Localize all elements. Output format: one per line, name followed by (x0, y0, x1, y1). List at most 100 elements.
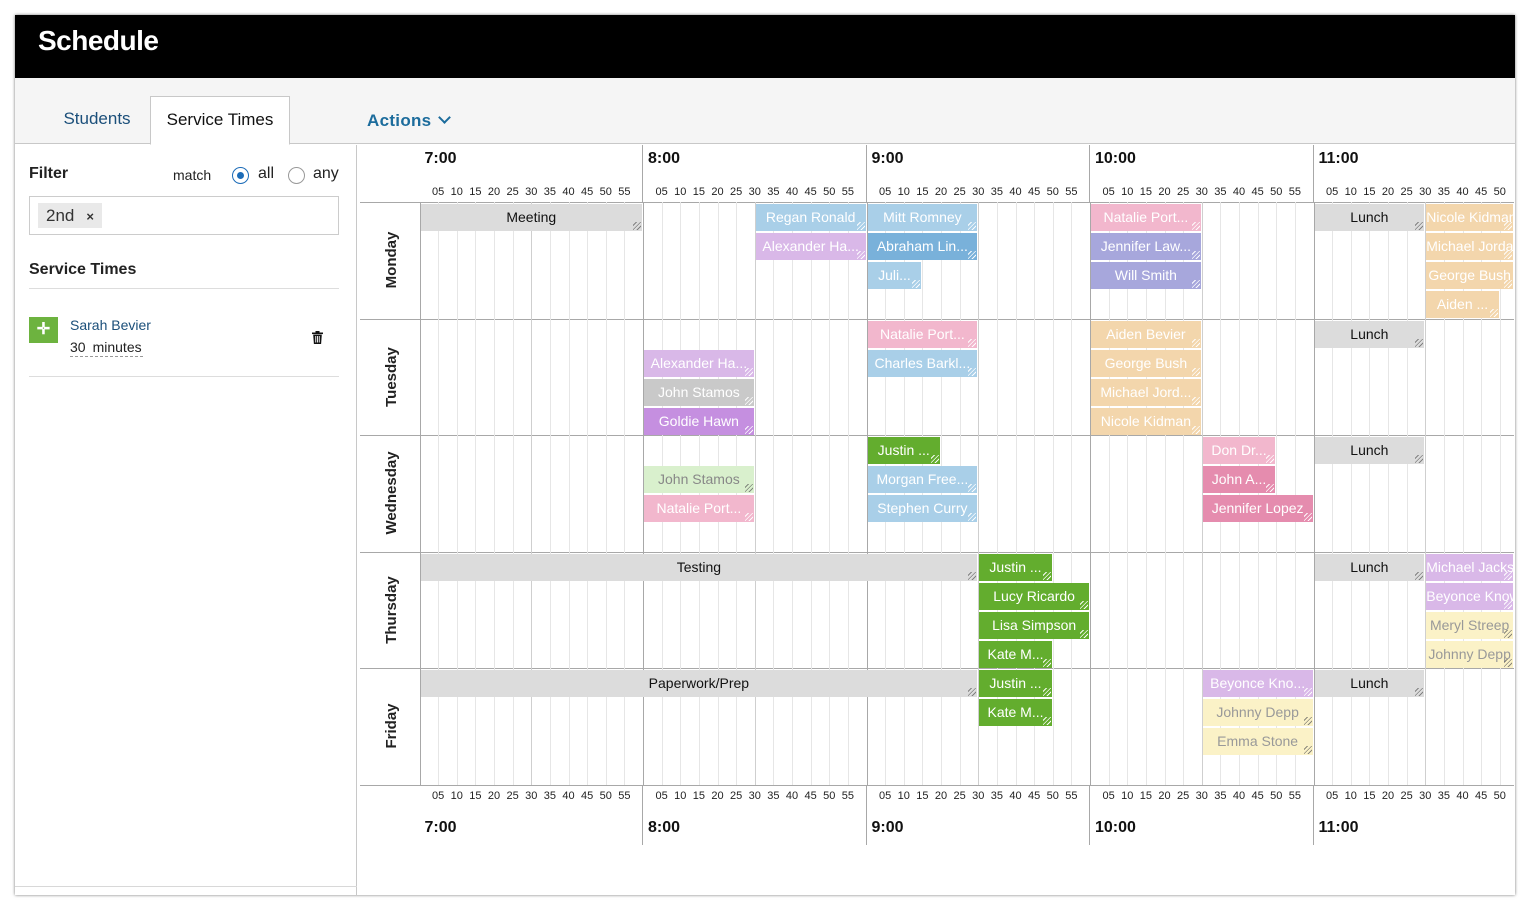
schedule-event[interactable]: Don Dr... (1202, 437, 1276, 464)
minute-tick-label: 55 (618, 186, 631, 198)
minute-tick-label: 40 (1009, 186, 1022, 198)
schedule-event[interactable]: Justin ... (979, 670, 1052, 697)
grid-line (1202, 202, 1203, 785)
schedule-event[interactable]: George Bush (1091, 349, 1201, 377)
schedule-event[interactable]: John A... (1202, 466, 1276, 493)
grid-line (1053, 202, 1054, 785)
minute-tick-label: 05 (432, 186, 445, 198)
schedule-event[interactable]: Charles Barkl... (867, 349, 978, 377)
schedule-event[interactable]: Aiden ... (1426, 291, 1499, 318)
day-label-monday: Monday (383, 231, 400, 289)
schedule-event[interactable]: Johnny Depp (1202, 699, 1313, 726)
schedule-event[interactable]: Johnny Depp (1426, 640, 1513, 668)
schedule-event[interactable]: Alexander Ha... (755, 233, 866, 260)
grid-line (643, 202, 644, 785)
minute-tick-label: 45 (1251, 186, 1264, 198)
schedule-event[interactable]: Will Smith (1091, 262, 1201, 289)
minute-tick-label: 30 (972, 790, 985, 802)
grid-line (475, 202, 476, 785)
schedule-event[interactable]: Michael Jord... (1091, 378, 1201, 406)
day-separator (360, 784, 1514, 786)
grid-line (1481, 202, 1482, 785)
day-separator (360, 668, 1514, 669)
hour-label: 11:00 (1318, 150, 1359, 167)
minute-tick-label: 50 (1270, 186, 1283, 198)
schedule-event[interactable]: Lunch (1314, 553, 1425, 581)
grid-line (513, 202, 514, 785)
minute-tick-label: 45 (581, 790, 594, 802)
schedule-event[interactable]: Meeting (420, 204, 642, 231)
minute-tick-label: 15 (469, 790, 482, 802)
schedule-event[interactable]: Lunch (1314, 204, 1425, 231)
schedule-event[interactable]: Lunch (1314, 320, 1425, 348)
schedule-event[interactable]: Morgan Free... (867, 466, 978, 493)
grid-line (662, 202, 663, 785)
grid-line (1407, 202, 1408, 785)
grid-line (569, 202, 570, 785)
minute-tick-label: 25 (1177, 186, 1190, 198)
schedule-event[interactable]: Kate M... (979, 640, 1052, 668)
minute-tick-label: 45 (1475, 186, 1488, 198)
schedule-event[interactable]: Mitt Romney (867, 204, 978, 231)
grid-line (1295, 202, 1296, 785)
schedule-event[interactable]: Jennifer Law... (1091, 233, 1201, 260)
schedule-event[interactable]: Jennifer Lopez (1202, 495, 1313, 522)
minute-tick-label: 15 (469, 186, 482, 198)
schedule-event[interactable]: Michael Jackson (1426, 553, 1513, 581)
minute-tick-label: 20 (1158, 186, 1171, 198)
grid-line (1369, 202, 1370, 785)
schedule-event[interactable]: Nicole Kidman (1426, 204, 1513, 231)
grid-line (550, 202, 551, 785)
hour-label: 10:00 (1095, 150, 1136, 167)
schedule-event[interactable]: Natalie Port... (1091, 204, 1201, 231)
schedule-event[interactable]: Lunch (1314, 437, 1425, 464)
grid-line (1239, 202, 1240, 785)
schedule-event[interactable]: Lisa Simpson (979, 611, 1089, 639)
grid-line (1276, 202, 1277, 785)
schedule-event[interactable]: John Stamos (644, 466, 754, 493)
grid-line (1425, 202, 1426, 785)
schedule-event[interactable]: George Bush (1426, 262, 1513, 289)
minute-tick-label: 10 (897, 186, 910, 198)
grid-line (1351, 202, 1352, 785)
schedule-event[interactable]: Beyonce Kno... (1202, 670, 1313, 697)
grid-line (1127, 202, 1128, 785)
schedule-event[interactable]: Kate M... (979, 699, 1052, 726)
schedule-event[interactable]: Juli... (867, 262, 922, 289)
schedule-event[interactable]: Lunch (1314, 670, 1425, 697)
minute-tick-label: 50 (823, 790, 836, 802)
grid-line (1500, 202, 1501, 785)
schedule-event[interactable]: Stephen Curry (867, 495, 978, 522)
schedule-event[interactable]: Alexander Ha... (644, 349, 754, 377)
schedule-event[interactable]: John Stamos (644, 378, 754, 406)
schedule-event[interactable]: Regan Ronald (755, 204, 866, 231)
schedule-event[interactable]: Natalie Port... (867, 320, 978, 348)
minute-tick-label: 50 (599, 186, 612, 198)
grid-line (1463, 202, 1464, 785)
schedule-event[interactable]: Justin ... (867, 437, 940, 464)
minute-tick-label: 25 (1177, 790, 1190, 802)
schedule-event[interactable]: Paperwork/Prep (420, 670, 978, 697)
schedule-event[interactable]: Meryl Streep (1426, 611, 1513, 639)
hour-divider (1313, 784, 1314, 845)
minute-tick-label: 40 (1232, 186, 1246, 198)
schedule-event[interactable]: Emma Stone (1202, 728, 1313, 755)
schedule-event[interactable]: Goldie Hawn (644, 407, 754, 435)
grid-line (922, 202, 923, 785)
grid-line (699, 202, 700, 785)
minute-tick-label: 20 (934, 186, 948, 198)
schedule-event[interactable]: Abraham Lin... (867, 233, 978, 260)
schedule-event[interactable]: Natalie Port... (644, 495, 754, 522)
grid-line (1034, 202, 1035, 785)
schedule-event[interactable]: Beyonce Knowles (1426, 582, 1513, 610)
minute-tick-label: 30 (748, 186, 761, 198)
schedule-event[interactable]: Testing (420, 553, 978, 581)
minute-tick-label: 40 (785, 790, 799, 802)
minute-tick-label: 20 (1381, 186, 1395, 198)
schedule-event[interactable]: Lucy Ricardo (979, 582, 1089, 610)
schedule-event[interactable]: Nicole Kidman (1091, 407, 1201, 435)
minute-tick-label: 45 (804, 790, 817, 802)
schedule-event[interactable]: Michael Jordan (1426, 233, 1513, 260)
schedule-event[interactable]: Justin ... (979, 553, 1052, 581)
schedule-event[interactable]: Aiden Bevier (1091, 320, 1201, 348)
